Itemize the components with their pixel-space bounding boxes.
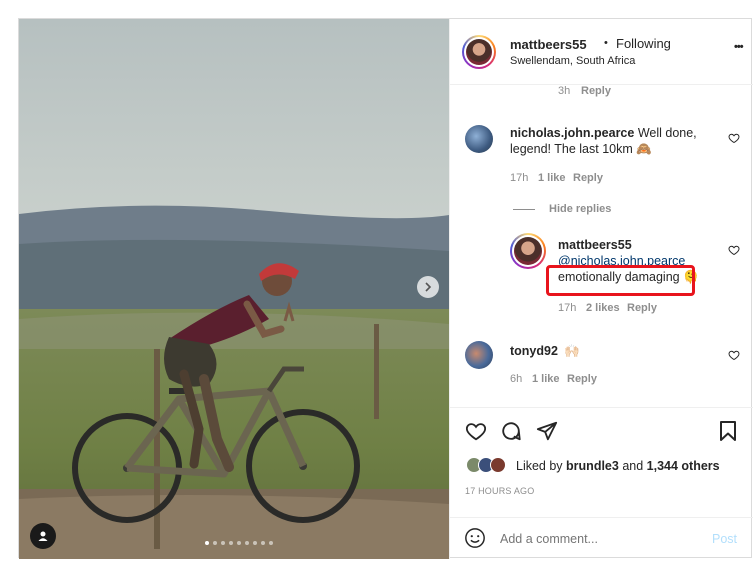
author-username[interactable]: mattbeers55 — [510, 37, 587, 52]
likes-others[interactable]: 1,344 others — [647, 459, 720, 473]
comment-username[interactable]: tonyd92 — [510, 344, 558, 358]
save-bookmark-icon[interactable] — [718, 420, 738, 442]
pagination-dot — [245, 541, 249, 545]
post-timestamp[interactable]: 17 HOURS AGO — [465, 486, 534, 496]
post-photo[interactable] — [19, 19, 449, 559]
divider — [450, 407, 753, 408]
comment-likes[interactable]: 1 like — [538, 172, 566, 184]
reply-time: 17h — [558, 302, 577, 314]
likes-joiner: and — [622, 459, 644, 473]
commenter-avatar[interactable] — [465, 125, 493, 153]
comment-text: 🙌🏻 — [564, 344, 580, 358]
pagination-dot — [261, 541, 265, 545]
liker-avatar — [490, 457, 506, 473]
post-location[interactable]: Swellendam, South Africa — [510, 55, 635, 67]
red-highlight-annotation — [546, 265, 695, 296]
comment-reply-button[interactable]: Reply — [567, 373, 597, 385]
comment-time: 6h — [510, 373, 523, 385]
comment-likes[interactable]: 1 like — [532, 373, 560, 385]
following-button[interactable]: Following — [616, 36, 671, 51]
comment-bubble-icon[interactable] — [500, 420, 522, 442]
likes-user[interactable]: brundle3 — [566, 459, 619, 473]
more-options-icon[interactable]: ••• — [734, 41, 744, 53]
tagged-users-button[interactable] — [30, 523, 56, 549]
previous-reply-button[interactable]: Reply — [581, 85, 611, 97]
commenter-avatar[interactable] — [465, 341, 493, 369]
like-comment-heart-icon[interactable] — [728, 349, 740, 361]
post-comment-button[interactable]: Post — [712, 532, 737, 546]
next-photo-button[interactable] — [417, 276, 439, 298]
post-header: mattbeers55 • Following Swellendam, Sout… — [450, 19, 753, 85]
post-sidebar: mattbeers55 • Following Swellendam, Sout… — [449, 19, 753, 559]
user-icon — [38, 531, 48, 541]
like-comment-heart-icon[interactable] — [728, 132, 740, 144]
comment-text-line1: Well done, — [637, 126, 697, 140]
header-separator: • — [604, 37, 608, 49]
reply-author-avatar[interactable] — [510, 233, 546, 269]
like-reply-heart-icon[interactable] — [728, 244, 740, 256]
likes-summary: Liked by brundle3 and 1,344 others — [516, 459, 720, 473]
pagination-dot — [213, 541, 217, 545]
pagination-dot — [229, 541, 233, 545]
comment-text-line2: legend! The last 10km 🙈 — [510, 142, 652, 156]
comment-reply-button[interactable]: Reply — [573, 172, 603, 184]
pagination-dot — [269, 541, 273, 545]
photo-pagination-dots — [205, 541, 273, 545]
add-comment-bar: Post — [450, 517, 753, 559]
like-heart-icon[interactable] — [465, 420, 487, 442]
comment-body: nicholas.john.pearce Well done, legend! … — [510, 125, 720, 157]
pagination-dot — [221, 541, 225, 545]
comment-username[interactable]: nicholas.john.pearce — [510, 126, 634, 140]
hide-replies-button[interactable]: Hide replies — [549, 203, 611, 215]
post-modal: mattbeers55 • Following Swellendam, Sout… — [18, 18, 753, 559]
replies-divider — [513, 209, 535, 210]
likes-prefix: Liked by — [516, 459, 563, 473]
reply-username[interactable]: mattbeers55 — [558, 238, 632, 252]
comment-time: 17h — [510, 172, 529, 184]
previous-reply-time: 3h — [558, 85, 571, 97]
emoji-smiley-icon[interactable] — [464, 527, 486, 549]
share-send-icon[interactable] — [536, 420, 558, 442]
author-avatar[interactable] — [462, 35, 496, 69]
reply-likes[interactable]: 2 likes — [586, 302, 620, 314]
pagination-dot — [253, 541, 257, 545]
pagination-dot — [237, 541, 241, 545]
add-comment-input[interactable] — [500, 529, 700, 549]
pagination-dot — [205, 541, 209, 545]
chevron-right-icon — [425, 282, 432, 292]
cyclist-photo — [19, 19, 449, 559]
reply-reply-button[interactable]: Reply — [627, 302, 657, 314]
